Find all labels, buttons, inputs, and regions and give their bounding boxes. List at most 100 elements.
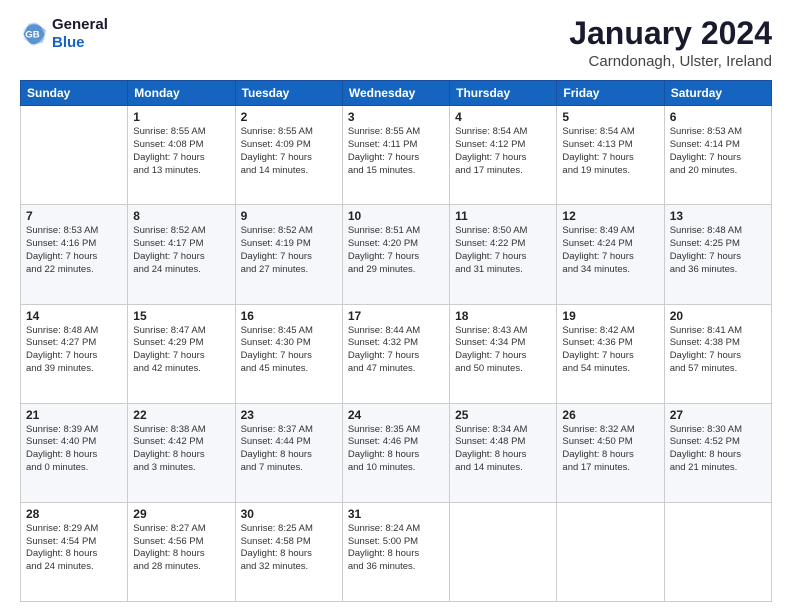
cell-w4-d1: 21 Sunrise: 8:39 AMSunset: 4:40 PMDayligh…	[21, 403, 128, 502]
week-row-3: 14 Sunrise: 8:48 AMSunset: 4:27 PMDayligh…	[21, 304, 772, 403]
cell-w4-d5: 25Sunrise: 8:34 AMSunset: 4:48 PMDayligh…	[450, 403, 557, 502]
day-number: 13	[670, 209, 766, 223]
cell-w2-d4: 10 Sunrise: 8:51 AMSunset: 4:20 PMDayligh…	[342, 205, 449, 304]
day-details: Sunrise: 8:49 AMSunset: 4:24 PMDaylight:…	[562, 225, 658, 276]
logo-icon: GB	[20, 20, 48, 48]
svg-text:GB: GB	[25, 30, 39, 41]
header-friday: Friday	[557, 81, 664, 106]
cell-w3-d5: 18 Sunrise: 8:43 AMSunset: 4:34 PMDayligh…	[450, 304, 557, 403]
day-details: Sunrise: 8:54 AMSunset: 4:13 PMDaylight:…	[562, 126, 658, 177]
cell-w4-d6: 26Sunrise: 8:32 AMSunset: 4:50 PMDayligh…	[557, 403, 664, 502]
day-number: 7	[26, 209, 122, 223]
day-details: Sunrise: 8:55 AMSunset: 4:08 PMDaylight:…	[133, 126, 229, 177]
day-number: 1	[133, 110, 229, 124]
cell-w3-d7: 20 Sunrise: 8:41 AMSunset: 4:38 PMDayligh…	[664, 304, 771, 403]
cell-w3-d2: 15 Sunrise: 8:47 AMSunset: 4:29 PMDayligh…	[128, 304, 235, 403]
day-number: 12	[562, 209, 658, 223]
day-details: Sunrise: 8:48 AMSunset: 4:27 PMDaylight:…	[26, 325, 122, 376]
cell-w5-d7	[664, 502, 771, 601]
cell-w2-d2: 8 Sunrise: 8:52 AMSunset: 4:17 PMDaylight…	[128, 205, 235, 304]
cell-w1-d5: 4 Sunrise: 8:54 AMSunset: 4:12 PMDaylight…	[450, 106, 557, 205]
cell-w5-d1: 28Sunrise: 8:29 AMSunset: 4:54 PMDayligh…	[21, 502, 128, 601]
day-details: Sunrise: 8:53 AMSunset: 4:14 PMDaylight:…	[670, 126, 766, 177]
day-details: Sunrise: 8:38 AMSunset: 4:42 PMDaylight:…	[133, 424, 229, 475]
day-details: Sunrise: 8:30 AMSunset: 4:52 PMDaylight:…	[670, 424, 766, 475]
day-number: 6	[670, 110, 766, 124]
header: GB General Blue January 2024 Carndonagh,…	[20, 16, 772, 70]
day-number: 8	[133, 209, 229, 223]
day-details: Sunrise: 8:50 AMSunset: 4:22 PMDaylight:…	[455, 225, 551, 276]
day-details: Sunrise: 8:48 AMSunset: 4:25 PMDaylight:…	[670, 225, 766, 276]
day-details: Sunrise: 8:27 AMSunset: 4:56 PMDaylight:…	[133, 523, 229, 574]
day-number: 18	[455, 309, 551, 323]
cell-w5-d2: 29 Sunrise: 8:27 AMSunset: 4:56 PMDayligh…	[128, 502, 235, 601]
day-details: Sunrise: 8:52 AMSunset: 4:19 PMDaylight:…	[241, 225, 337, 276]
day-number: 25	[455, 408, 551, 422]
day-number: 27	[670, 408, 766, 422]
week-row-4: 21 Sunrise: 8:39 AMSunset: 4:40 PMDayligh…	[21, 403, 772, 502]
day-details: Sunrise: 8:55 AMSunset: 4:09 PMDaylight:…	[241, 126, 337, 177]
location: Carndonagh, Ulster, Ireland	[569, 53, 772, 70]
day-details: Sunrise: 8:24 AMSunset: 5:00 PMDaylight:…	[348, 523, 444, 574]
day-number: 3	[348, 110, 444, 124]
month-title: January 2024	[569, 16, 772, 51]
title-block: January 2024 Carndonagh, Ulster, Ireland	[569, 16, 772, 70]
day-number: 2	[241, 110, 337, 124]
day-number: 21	[26, 408, 122, 422]
week-row-1: 1 Sunrise: 8:55 AMSunset: 4:08 PMDaylight…	[21, 106, 772, 205]
day-details: Sunrise: 8:51 AMSunset: 4:20 PMDaylight:…	[348, 225, 444, 276]
cell-w5-d5	[450, 502, 557, 601]
day-details: Sunrise: 8:41 AMSunset: 4:38 PMDaylight:…	[670, 325, 766, 376]
day-number: 14	[26, 309, 122, 323]
day-details: Sunrise: 8:42 AMSunset: 4:36 PMDaylight:…	[562, 325, 658, 376]
header-tuesday: Tuesday	[235, 81, 342, 106]
day-details: Sunrise: 8:43 AMSunset: 4:34 PMDaylight:…	[455, 325, 551, 376]
day-details: Sunrise: 8:45 AMSunset: 4:30 PMDaylight:…	[241, 325, 337, 376]
day-number: 16	[241, 309, 337, 323]
cell-w3-d3: 16 Sunrise: 8:45 AMSunset: 4:30 PMDayligh…	[235, 304, 342, 403]
week-row-5: 28Sunrise: 8:29 AMSunset: 4:54 PMDayligh…	[21, 502, 772, 601]
page: GB General Blue January 2024 Carndonagh,…	[0, 0, 792, 612]
header-thursday: Thursday	[450, 81, 557, 106]
cell-w1-d2: 1 Sunrise: 8:55 AMSunset: 4:08 PMDaylight…	[128, 106, 235, 205]
day-details: Sunrise: 8:44 AMSunset: 4:32 PMDaylight:…	[348, 325, 444, 376]
calendar-header-row: Sunday Monday Tuesday Wednesday Thursday…	[21, 81, 772, 106]
day-number: 4	[455, 110, 551, 124]
day-number: 19	[562, 309, 658, 323]
day-details: Sunrise: 8:54 AMSunset: 4:12 PMDaylight:…	[455, 126, 551, 177]
cell-w2-d5: 11 Sunrise: 8:50 AMSunset: 4:22 PMDayligh…	[450, 205, 557, 304]
logo: GB General Blue	[20, 16, 108, 52]
day-details: Sunrise: 8:47 AMSunset: 4:29 PMDaylight:…	[133, 325, 229, 376]
day-number: 28	[26, 507, 122, 521]
day-number: 11	[455, 209, 551, 223]
day-number: 29	[133, 507, 229, 521]
cell-w2-d1: 7Sunrise: 8:53 AMSunset: 4:16 PMDaylight…	[21, 205, 128, 304]
day-number: 20	[670, 309, 766, 323]
header-sunday: Sunday	[21, 81, 128, 106]
week-row-2: 7Sunrise: 8:53 AMSunset: 4:16 PMDaylight…	[21, 205, 772, 304]
cell-w4-d7: 27 Sunrise: 8:30 AMSunset: 4:52 PMDayligh…	[664, 403, 771, 502]
logo-text-block: General Blue	[52, 16, 108, 52]
cell-w2-d3: 9Sunrise: 8:52 AMSunset: 4:19 PMDaylight…	[235, 205, 342, 304]
logo-line1: General	[52, 16, 108, 34]
day-number: 24	[348, 408, 444, 422]
cell-w4-d4: 24 Sunrise: 8:35 AMSunset: 4:46 PMDayligh…	[342, 403, 449, 502]
cell-w5-d3: 30Sunrise: 8:25 AMSunset: 4:58 PMDayligh…	[235, 502, 342, 601]
day-details: Sunrise: 8:39 AMSunset: 4:40 PMDaylight:…	[26, 424, 122, 475]
cell-w1-d4: 3 Sunrise: 8:55 AMSunset: 4:11 PMDaylight…	[342, 106, 449, 205]
cell-w3-d1: 14 Sunrise: 8:48 AMSunset: 4:27 PMDayligh…	[21, 304, 128, 403]
cell-w1-d3: 2 Sunrise: 8:55 AMSunset: 4:09 PMDaylight…	[235, 106, 342, 205]
header-wednesday: Wednesday	[342, 81, 449, 106]
day-number: 22	[133, 408, 229, 422]
day-number: 15	[133, 309, 229, 323]
day-details: Sunrise: 8:55 AMSunset: 4:11 PMDaylight:…	[348, 126, 444, 177]
day-number: 10	[348, 209, 444, 223]
cell-w4-d3: 23Sunrise: 8:37 AMSunset: 4:44 PMDayligh…	[235, 403, 342, 502]
cell-w2-d6: 12 Sunrise: 8:49 AMSunset: 4:24 PMDayligh…	[557, 205, 664, 304]
day-number: 23	[241, 408, 337, 422]
day-details: Sunrise: 8:52 AMSunset: 4:17 PMDaylight:…	[133, 225, 229, 276]
day-details: Sunrise: 8:35 AMSunset: 4:46 PMDaylight:…	[348, 424, 444, 475]
cell-w4-d2: 22 Sunrise: 8:38 AMSunset: 4:42 PMDayligh…	[128, 403, 235, 502]
day-details: Sunrise: 8:32 AMSunset: 4:50 PMDaylight:…	[562, 424, 658, 475]
logo-line2: Blue	[52, 34, 108, 52]
